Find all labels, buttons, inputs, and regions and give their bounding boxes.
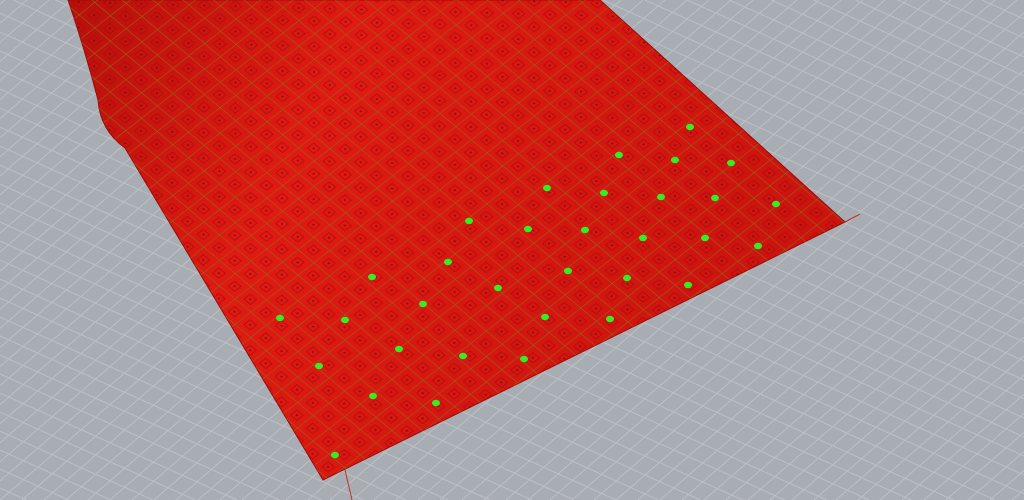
grid-line: [0, 0, 50, 43]
grid-line: [729, 0, 1024, 134]
grid-line: [769, 279, 1024, 500]
grid-line: [857, 355, 1024, 500]
grid-line: [945, 432, 1024, 500]
scene: [0, 0, 1024, 500]
highlight-point: [684, 281, 692, 289]
highlight-point: [459, 352, 467, 360]
grid-line: [0, 430, 154, 500]
highlight-point: [615, 151, 623, 159]
highlight-point: [276, 314, 284, 322]
highlight-point: [606, 315, 614, 323]
x-axis-line: [844, 213, 861, 223]
grid-line: [967, 451, 1024, 500]
highlight-point: [581, 226, 589, 234]
highlight-point: [639, 234, 647, 242]
highlight-point: [465, 217, 473, 225]
highlight-point: [315, 362, 323, 370]
highlight-point: [419, 300, 427, 308]
highlight-point: [494, 284, 502, 292]
grid-line: [771, 0, 1024, 115]
highlight-point: [432, 399, 440, 407]
highlight-point: [754, 242, 762, 250]
grid-line: [0, 0, 72, 62]
highlight-point: [341, 316, 349, 324]
highlight-point: [727, 159, 735, 167]
red-surface[interactable]: [67, 0, 846, 481]
highlight-point: [701, 234, 709, 242]
highlight-point: [331, 451, 339, 459]
grid-line: [0, 392, 238, 500]
3d-viewport[interactable]: [0, 0, 1024, 500]
highlight-point: [444, 258, 452, 266]
highlight-point: [524, 225, 532, 233]
highlight-point: [711, 194, 719, 202]
grid-line: [989, 470, 1024, 500]
highlight-point: [520, 355, 528, 363]
grid-line: [813, 0, 1024, 96]
grid-line: [0, 373, 280, 500]
highlight-point: [564, 267, 572, 275]
highlight-point: [395, 345, 403, 353]
highlight-point: [686, 123, 694, 131]
highlight-point: [541, 313, 549, 321]
highlight-point: [368, 273, 376, 281]
grid-line: [879, 374, 1024, 500]
highlight-point: [772, 200, 780, 208]
grid-line: [0, 468, 69, 500]
highlight-point: [671, 156, 679, 164]
highlight-point: [369, 392, 377, 400]
highlight-point: [623, 274, 631, 282]
highlight-point: [657, 193, 665, 201]
highlight-point: [543, 184, 551, 192]
grid-line: [981, 0, 1024, 20]
highlight-point: [600, 189, 608, 197]
grid-line: [855, 0, 1024, 77]
grid-line: [939, 0, 1024, 39]
grid-line: [725, 241, 1024, 500]
grid-line: [0, 487, 27, 500]
grid-line: [0, 0, 28, 24]
grid-line: [0, 0, 6, 5]
